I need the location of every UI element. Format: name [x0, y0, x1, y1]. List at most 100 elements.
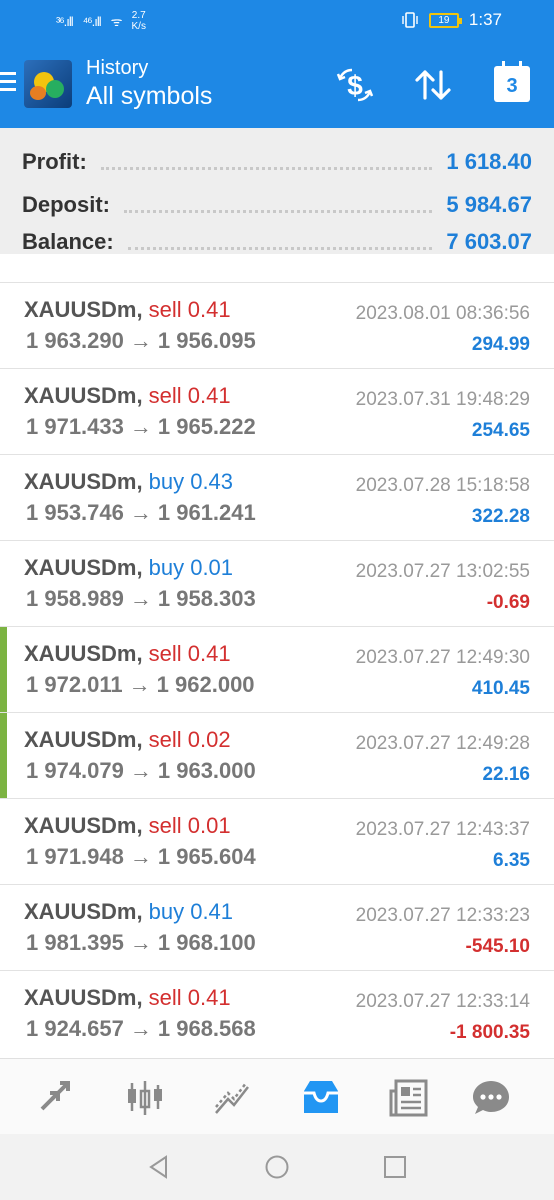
separator: , — [136, 641, 143, 666]
arrow-right-icon: → — [129, 930, 152, 955]
deal-header: XAUUSDm, buy 0.43 — [24, 469, 233, 495]
history-inbox-icon[interactable] — [300, 1077, 342, 1119]
trade-trend-icon[interactable] — [212, 1077, 254, 1119]
deal-profit: 410.45 — [471, 678, 530, 699]
deal-symbol: XAUUSDm — [24, 899, 137, 924]
deal-header: XAUUSDm, buy 0.41 — [24, 899, 233, 925]
network-speed: 2.7 K/s — [132, 10, 146, 32]
deal-profit: 294.99 — [471, 334, 530, 355]
candlestick-chart-icon[interactable] — [124, 1077, 166, 1119]
profit-label: Profit: — [22, 149, 87, 174]
deal-row[interactable]: XAUUSDm, sell 0.41 1 972.011 → 1 962.000 20… — [0, 626, 554, 713]
deal-header: XAUUSDm, sell 0.41 — [24, 297, 231, 323]
title-block[interactable]: History All symbols — [86, 56, 212, 112]
deal-time: 2023.07.28 15:18:58 — [355, 475, 530, 496]
deal-profit: 6.35 — [493, 850, 530, 871]
separator: , — [136, 383, 143, 408]
deal-symbol: XAUUSDm — [24, 813, 137, 838]
balance-value: 7 603.07 — [446, 229, 532, 254]
deal-side: sell — [148, 985, 182, 1010]
chat-bubble-icon[interactable] — [470, 1077, 512, 1119]
open-price: 1 981.395 — [26, 930, 124, 955]
separator: , — [136, 469, 143, 494]
deal-row[interactable]: XAUUSDm, sell 0.41 1 963.290 → 1 956.095 20… — [0, 282, 554, 368]
network-speed-unit: K/s — [131, 21, 146, 32]
deal-prices: 1 971.433 → 1 965.222 — [26, 414, 256, 440]
status-bar: ³⁶.ıll ⁴⁶.ıll ᯤ 2.7 K/s 19 1:37 — [0, 0, 554, 40]
deal-volume: 0.41 — [190, 899, 234, 924]
deal-row[interactable]: XAUUSDm, sell 0.02 1 974.079 → 1 963.000 20… — [0, 712, 554, 799]
deposit-row: Deposit: 5 984.67 — [22, 185, 532, 225]
deposit-label: Deposit: — [22, 192, 110, 217]
deal-row[interactable]: XAUUSDm, buy 0.43 1 953.746 → 1 961.241 202… — [0, 454, 554, 540]
deal-volume: 0.01 — [187, 813, 231, 838]
deal-prices: 1 924.657 → 1 968.568 — [26, 1016, 256, 1042]
deal-volume: 0.41 — [187, 641, 231, 666]
separator: , — [136, 813, 143, 838]
deal-symbol: XAUUSDm — [24, 469, 137, 494]
deal-row[interactable]: XAUUSDm, sell 0.01 1 971.948 → 1 965.604 20… — [0, 798, 554, 884]
deal-row[interactable]: XAUUSDm, buy 0.41 1 981.395 → 1 968.100 202… — [0, 884, 554, 970]
deal-header: XAUUSDm, sell 0.02 — [24, 727, 231, 753]
deal-volume: 0.41 — [187, 383, 231, 408]
deal-symbol: XAUUSDm — [24, 555, 137, 580]
back-icon[interactable] — [146, 1154, 172, 1180]
deal-side: sell — [148, 641, 182, 666]
dot-leader — [124, 209, 433, 213]
separator: , — [136, 727, 143, 752]
app-bar: History All symbols $ 3 — [0, 40, 554, 128]
deals-list: XAUUSDm, sell 0.41 1 963.290 → 1 956.095 20… — [0, 282, 554, 1056]
deal-prices: 1 963.290 → 1 956.095 — [26, 328, 256, 354]
deal-symbol: XAUUSDm — [24, 727, 137, 752]
open-price: 1 924.657 — [26, 1016, 124, 1041]
app-logo — [24, 60, 72, 108]
dot-leader — [100, 166, 433, 170]
sort-icon[interactable] — [412, 64, 454, 106]
open-price: 1 971.948 — [26, 844, 124, 869]
currency-exchange-icon[interactable]: $ — [334, 64, 376, 106]
calendar-icon[interactable]: 3 — [494, 61, 530, 102]
deal-prices: 1 971.948 → 1 965.604 — [26, 844, 256, 870]
deal-row[interactable]: XAUUSDm, sell 0.41 1 924.657 → 1 968.568 20… — [0, 970, 554, 1056]
deal-time: 2023.07.27 12:33:23 — [355, 905, 530, 926]
deal-row[interactable]: XAUUSDm, buy 0.01 1 958.989 → 1 958.303 202… — [0, 540, 554, 626]
news-icon[interactable] — [388, 1077, 430, 1119]
deal-time: 2023.07.31 19:48:29 — [355, 389, 530, 410]
arrow-right-icon: → — [129, 758, 152, 783]
deal-profit: -0.69 — [486, 592, 530, 613]
profit-value: 1 618.40 — [446, 149, 532, 174]
deal-time: 2023.07.27 12:33:14 — [355, 991, 530, 1012]
vibrate-icon — [402, 12, 418, 28]
battery-icon: 19 — [428, 12, 462, 28]
deal-volume: 0.43 — [190, 469, 234, 494]
deal-volume: 0.01 — [190, 555, 234, 580]
deal-volume: 0.41 — [187, 985, 231, 1010]
open-price: 1 958.989 — [26, 586, 124, 611]
separator: , — [136, 297, 143, 322]
quotes-arrows-icon[interactable] — [36, 1077, 78, 1119]
deal-symbol: XAUUSDm — [24, 985, 137, 1010]
deal-time: 2023.07.27 13:02:55 — [355, 561, 530, 582]
deal-header: XAUUSDm, sell 0.41 — [24, 985, 231, 1011]
deal-side: sell — [148, 383, 182, 408]
close-price: 1 961.241 — [157, 500, 256, 525]
close-price: 1 963.000 — [157, 758, 256, 783]
deal-symbol: XAUUSDm — [24, 641, 137, 666]
deal-side: buy — [148, 899, 185, 924]
page-subtitle: History — [86, 57, 149, 79]
separator: , — [136, 899, 143, 924]
close-price: 1 968.568 — [157, 1016, 256, 1041]
deal-profit: 322.28 — [471, 506, 530, 527]
open-price: 1 972.011 — [26, 672, 123, 697]
balance-label: Balance: — [22, 229, 114, 254]
battery-level: 19 — [438, 14, 450, 26]
deal-prices: 1 958.989 → 1 958.303 — [26, 586, 256, 612]
arrow-right-icon: → — [129, 414, 152, 439]
system-navigation — [0, 1134, 554, 1200]
home-icon[interactable] — [264, 1154, 290, 1180]
arrow-right-icon: → — [128, 672, 151, 697]
menu-icon[interactable] — [0, 72, 16, 92]
deal-row[interactable]: XAUUSDm, sell 0.41 1 971.433 → 1 965.222 20… — [0, 368, 554, 454]
recents-icon[interactable] — [382, 1154, 408, 1180]
divider — [0, 254, 554, 282]
